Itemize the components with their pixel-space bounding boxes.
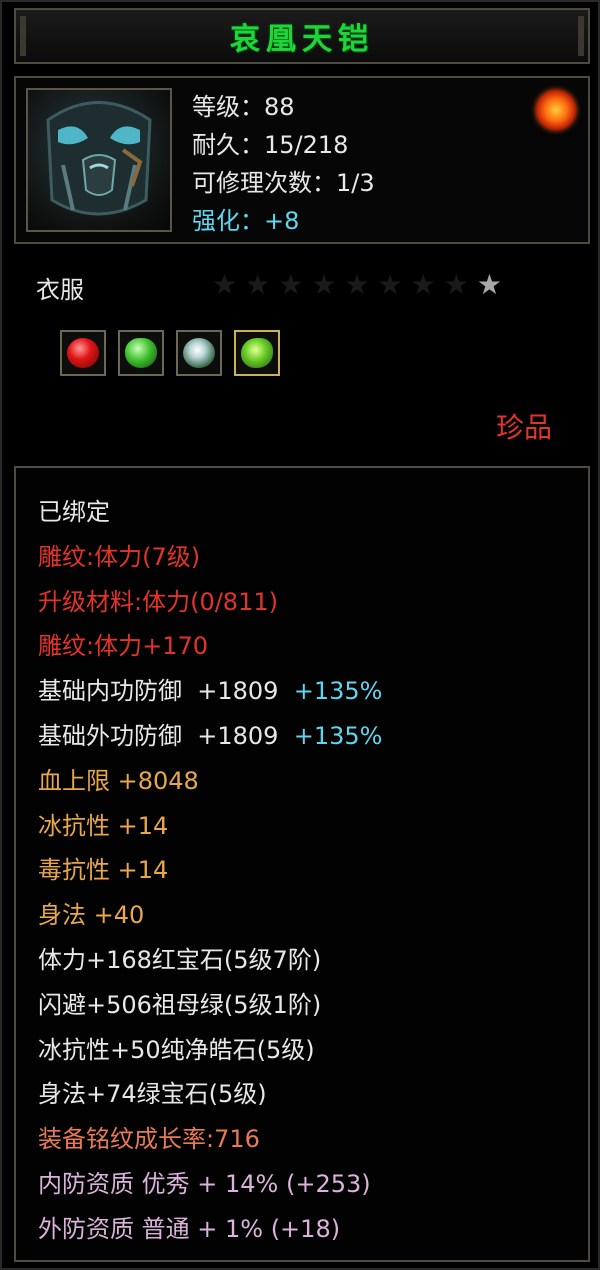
item-portrait — [26, 88, 172, 232]
item-type: 衣服 — [36, 276, 84, 304]
star-icon-empty: ★ — [278, 268, 304, 301]
outer-defense-value: +1809 — [197, 721, 279, 750]
green-gem-icon[interactable] — [234, 330, 280, 376]
enhance-row: 强化：+8 — [192, 202, 375, 240]
star-icon-empty: ★ — [443, 268, 469, 301]
star-icon-empty: ★ — [212, 268, 238, 301]
rarity-label: 珍品 — [495, 411, 552, 444]
inner-defense-value: +1809 — [197, 677, 279, 706]
repair-label: 可修理次数： — [192, 169, 336, 197]
outer-quality: 外防资质 普通 + 1% (+18) — [38, 1214, 341, 1243]
star-icon-empty: ★ — [377, 268, 403, 301]
inner-defense-pct: +135% — [293, 677, 383, 706]
ice-resist: 冰抗性 +14 — [38, 811, 169, 840]
level-row: 等级：88 — [192, 88, 375, 126]
enhance-value: +8 — [264, 207, 300, 235]
repair-row: 可修理次数：1/3 — [192, 164, 375, 202]
gem-stat-4: 身法+74绿宝石(5级) — [38, 1080, 267, 1109]
gem-stat-3: 冰抗性+50纯净皓石(5级) — [38, 1035, 315, 1064]
red-gem-icon[interactable] — [60, 330, 106, 376]
star-icon-filled: ★ — [476, 268, 502, 301]
bound-status: 已绑定 — [38, 498, 110, 526]
star-icon-empty: ★ — [245, 268, 271, 301]
attribute-list: 已绑定 雕纹:体力(7级) 升级材料:体力(0/811) 雕纹:体力+170 基… — [38, 490, 382, 1252]
durability-label: 耐久： — [192, 131, 264, 159]
outer-defense-row: 基础外功防御 +1809 +135% — [38, 714, 382, 759]
outer-defense-label: 基础外功防御 — [38, 721, 182, 750]
item-header: 等级：88 耐久：15/218 可修理次数：1/3 强化：+8 — [14, 76, 590, 244]
gem-sockets — [60, 330, 280, 376]
diamond-gem-icon[interactable] — [176, 330, 222, 376]
inner-defense-row: 基础内功防御 +1809 +135% — [38, 669, 382, 714]
engrave-level: 雕纹:体力(7级) — [38, 542, 201, 571]
star-icon-empty: ★ — [410, 268, 436, 301]
level-label: 等级： — [192, 93, 264, 121]
durability-value: 15/218 — [264, 131, 349, 159]
outer-defense-pct: +135% — [293, 721, 383, 750]
star-icon-empty: ★ — [311, 268, 337, 301]
poison-resist: 毒抗性 +14 — [38, 856, 169, 885]
star-icon-empty: ★ — [344, 268, 370, 301]
level-value: 88 — [264, 93, 295, 121]
engrave-bonus: 雕纹:体力+170 — [38, 632, 209, 661]
armor-icon — [46, 101, 152, 216]
gem-stat-1: 体力+168红宝石(5级7阶) — [38, 945, 322, 974]
attribute-panel: 已绑定 雕纹:体力(7级) 升级材料:体力(0/811) 雕纹:体力+170 基… — [14, 466, 590, 1262]
inner-quality: 内防资质 优秀 + 14% (+253) — [38, 1169, 371, 1198]
gem-stat-2: 闪避+506祖母绿(5级1阶) — [38, 990, 322, 1019]
agility: 身法 +40 — [38, 901, 145, 930]
emerald-gem-icon[interactable] — [118, 330, 164, 376]
enhance-label: 强化： — [192, 207, 264, 235]
upgrade-material: 升级材料:体力(0/811) — [38, 587, 278, 616]
growth-rate: 装备铭纹成长率:716 — [38, 1125, 260, 1154]
durability-row: 耐久：15/218 — [192, 126, 375, 164]
item-stats: 等级：88 耐久：15/218 可修理次数：1/3 强化：+8 — [192, 88, 375, 240]
repair-value: 1/3 — [336, 169, 375, 197]
inner-defense-label: 基础内功防御 — [38, 677, 182, 706]
star-rating: ★ ★ ★ ★ ★ ★ ★ ★ ★ — [212, 268, 502, 302]
item-tooltip: 哀凰天铠 等级：88 耐久：15/218 可修理次数：1/3 强化：+8 衣服 … — [0, 0, 600, 1270]
item-name: 哀凰天铠 — [230, 22, 374, 57]
title-bar: 哀凰天铠 — [14, 8, 590, 64]
hp-cap: 血上限 +8048 — [38, 766, 199, 795]
fire-emblem-icon — [536, 90, 576, 130]
